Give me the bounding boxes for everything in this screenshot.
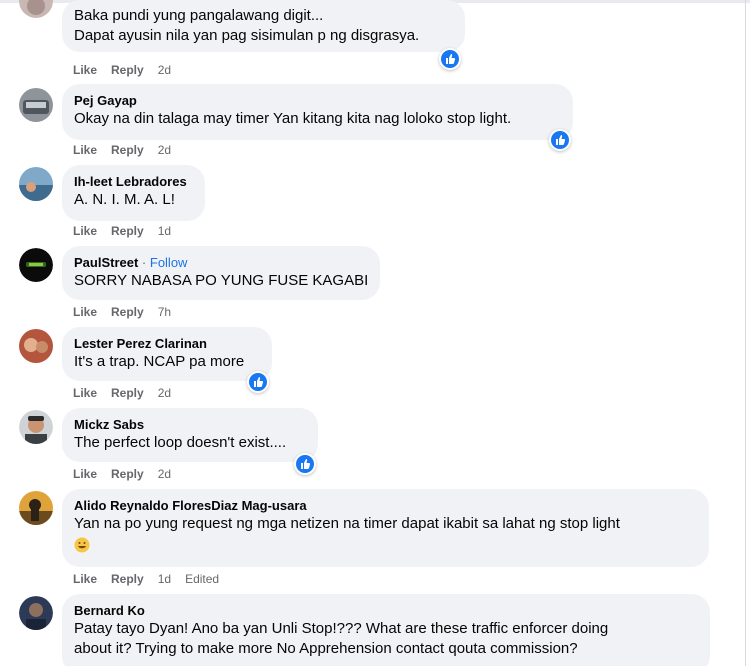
like-icon	[301, 459, 311, 469]
timestamp[interactable]: 2d	[158, 62, 171, 78]
reply-link[interactable]: Reply	[111, 466, 144, 482]
like-link[interactable]: Like	[73, 62, 97, 78]
like-reaction[interactable]	[247, 371, 269, 393]
like-icon	[254, 377, 264, 387]
comment-actions: Like Reply 1d	[73, 223, 185, 239]
comment-author[interactable]: Lester Perez Clarinan	[74, 335, 260, 352]
scroll-edge	[745, 0, 746, 666]
comment-bubble: Pej Gayap Okay na din talaga may timer Y…	[62, 84, 573, 140]
comment-actions: Like Reply 7h	[73, 304, 185, 320]
comment-text: It's a trap. NCAP pa more	[74, 353, 245, 370]
reply-link[interactable]: Reply	[111, 385, 144, 401]
timestamp[interactable]: 2d	[158, 142, 171, 158]
avatar[interactable]	[19, 596, 53, 630]
grinning-face-emoji	[74, 537, 90, 553]
comment-bubble: Mickz Sabs The perfect loop doesn't exis…	[62, 408, 318, 462]
comment-text: A. N. I. M. A. L!	[74, 191, 175, 208]
reply-link[interactable]: Reply	[111, 571, 144, 587]
separator-dot: ·	[138, 255, 150, 270]
edited-label[interactable]: Edited	[185, 571, 219, 587]
like-link[interactable]: Like	[73, 571, 97, 587]
reply-link[interactable]: Reply	[111, 304, 144, 320]
comment-author[interactable]: PaulStreet	[74, 255, 138, 270]
comment-author[interactable]: Bernard Ko	[74, 602, 698, 619]
comment-text: The perfect loop doesn't exist....	[74, 434, 287, 451]
comment-bubble: Baka pundi yung pangalawang digit... Dap…	[62, 0, 465, 52]
avatar[interactable]	[19, 0, 53, 18]
comment-author[interactable]: Ih-leet Lebradores	[74, 173, 193, 190]
comment-author[interactable]: Alido Reynaldo FloresDiaz Mag-usara	[74, 497, 697, 514]
like-reaction[interactable]	[294, 453, 316, 475]
reply-link[interactable]: Reply	[111, 142, 144, 158]
avatar[interactable]	[19, 167, 53, 201]
comment-actions: Like Reply 2d	[73, 385, 185, 401]
comment-text: Yan na po yung request ng mga netizen na…	[74, 515, 620, 532]
comment-actions: Like Reply 2d	[73, 142, 185, 158]
avatar[interactable]	[19, 248, 53, 282]
avatar[interactable]	[19, 410, 53, 444]
avatar[interactable]	[19, 329, 53, 363]
comment-text: Okay na din talaga may timer Yan kitang …	[74, 110, 512, 127]
reply-link[interactable]: Reply	[111, 62, 144, 78]
timestamp[interactable]: 1d	[158, 571, 171, 587]
comment-actions: Like Reply 2d	[73, 466, 185, 482]
comment-author[interactable]: Mickz Sabs	[74, 416, 306, 433]
comment-actions: Like Reply 1d Edited	[73, 571, 219, 587]
avatar[interactable]	[19, 88, 53, 122]
like-icon	[556, 135, 566, 145]
comment-bubble: Bernard Ko Patay tayo Dyan! Ano ba yan U…	[62, 594, 710, 666]
like-reaction[interactable]	[439, 48, 461, 70]
comment-text: Baka pundi yung pangalawang digit...	[74, 7, 324, 24]
follow-link[interactable]: Follow	[150, 255, 188, 270]
like-reaction[interactable]	[549, 129, 571, 151]
timestamp[interactable]: 1d	[158, 223, 171, 239]
comment-bubble: Alido Reynaldo FloresDiaz Mag-usara Yan …	[62, 489, 709, 567]
timestamp[interactable]: 2d	[158, 385, 171, 401]
comment-text: Dapat ayusin nila yan pag sisimulan p ng…	[74, 27, 420, 44]
comment-actions: Like Reply 2d	[73, 62, 185, 78]
comment-bubble: PaulStreet · Follow SORRY NABASA PO YUNG…	[62, 246, 380, 300]
comment-bubble: Ih-leet Lebradores A. N. I. M. A. L!	[62, 165, 205, 221]
comment-bubble: Lester Perez Clarinan It's a trap. NCAP …	[62, 327, 272, 381]
like-link[interactable]: Like	[73, 223, 97, 239]
like-link[interactable]: Like	[73, 466, 97, 482]
comment-text: Patay tayo Dyan! Ano ba yan Unli Stop!??…	[74, 620, 609, 637]
comment-author[interactable]: Pej Gayap	[74, 92, 561, 109]
timestamp[interactable]: 2d	[158, 466, 171, 482]
reply-link[interactable]: Reply	[111, 223, 144, 239]
like-icon	[446, 54, 456, 64]
like-link[interactable]: Like	[73, 142, 97, 158]
comment-author-row: PaulStreet · Follow	[74, 254, 368, 271]
timestamp[interactable]: 7h	[158, 304, 171, 320]
like-link[interactable]: Like	[73, 385, 97, 401]
comment-text: about it? Trying to make more No Apprehe…	[74, 640, 578, 657]
comment-text: SORRY NABASA PO YUNG FUSE KAGABI	[74, 272, 369, 289]
avatar[interactable]	[19, 491, 53, 525]
like-link[interactable]: Like	[73, 304, 97, 320]
